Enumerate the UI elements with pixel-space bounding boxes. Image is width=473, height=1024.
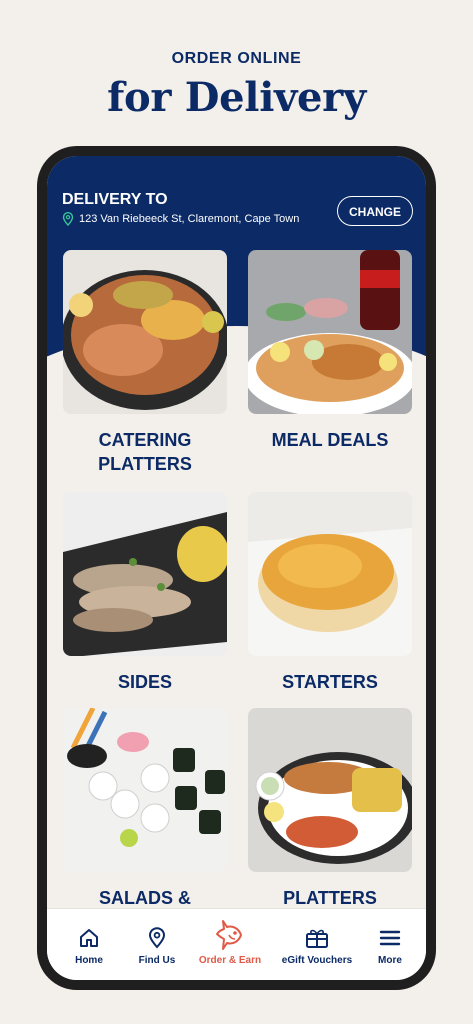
bottom-navigation: Home Find Us Order & Earn eGift Vouchers…: [47, 908, 426, 980]
fish-icon: [216, 920, 242, 950]
nav-label: Order & Earn: [198, 955, 262, 966]
category-tile-starters[interactable]: STARTERS: [248, 492, 412, 694]
category-tile-catering-platters[interactable]: CATERING PLATTERS: [63, 250, 227, 476]
change-address-button[interactable]: CHANGE: [337, 196, 413, 226]
category-tile-platters[interactable]: PLATTERS: [248, 708, 412, 910]
nav-item-more[interactable]: More: [365, 927, 415, 966]
category-tile-salads[interactable]: SALADS &: [63, 708, 227, 910]
promo-subtitle: ORDER ONLINE: [171, 50, 302, 67]
nav-item-home[interactable]: Home: [61, 927, 117, 966]
home-icon: [80, 929, 98, 947]
fish-and-chips-image: [248, 708, 412, 872]
seafood-platter-image: [63, 250, 227, 414]
location-pin-icon: [148, 927, 166, 949]
calamari-side-image: [63, 492, 227, 656]
category-tile-meal-deals[interactable]: MEAL DEALS: [248, 250, 412, 452]
category-tile-sides[interactable]: SIDES: [63, 492, 227, 694]
nav-label: eGift Vouchers: [281, 955, 353, 966]
meal-deal-image: [248, 250, 412, 414]
category-label: CATERING PLATTERS: [98, 430, 192, 474]
sushi-image: [63, 708, 227, 872]
app-screen: DELIVERY TO 123 Van Riebeeck St, Claremo…: [47, 156, 426, 980]
category-label: SIDES: [117, 672, 173, 692]
gift-icon: [306, 929, 328, 948]
delivery-title: DELIVERY TO: [62, 191, 168, 208]
category-label: SALADS &: [98, 888, 191, 908]
nav-label: More: [378, 955, 402, 966]
nav-item-order-and-earn[interactable]: Order & Earn: [193, 920, 267, 966]
nav-label: Home: [75, 955, 103, 966]
category-label: MEAL DEALS: [271, 430, 389, 450]
address-text: 123 Van Riebeeck St, Claremont, Cape Tow…: [79, 213, 300, 225]
delivery-address: 123 Van Riebeeck St, Claremont, Cape Tow…: [62, 212, 299, 226]
phone-frame: DELIVERY TO 123 Van Riebeeck St, Claremo…: [37, 146, 436, 990]
nav-label: Find Us: [138, 955, 176, 966]
location-pin-icon: [62, 212, 74, 226]
category-label: PLATTERS: [283, 888, 377, 908]
nav-item-find-us[interactable]: Find Us: [129, 927, 185, 966]
nav-item-egift-vouchers[interactable]: eGift Vouchers: [275, 927, 359, 966]
category-label: STARTERS: [282, 672, 378, 692]
menu-icon: [379, 930, 401, 946]
garlic-roll-image: [248, 492, 412, 656]
promo-title: for Delivery: [107, 74, 366, 121]
